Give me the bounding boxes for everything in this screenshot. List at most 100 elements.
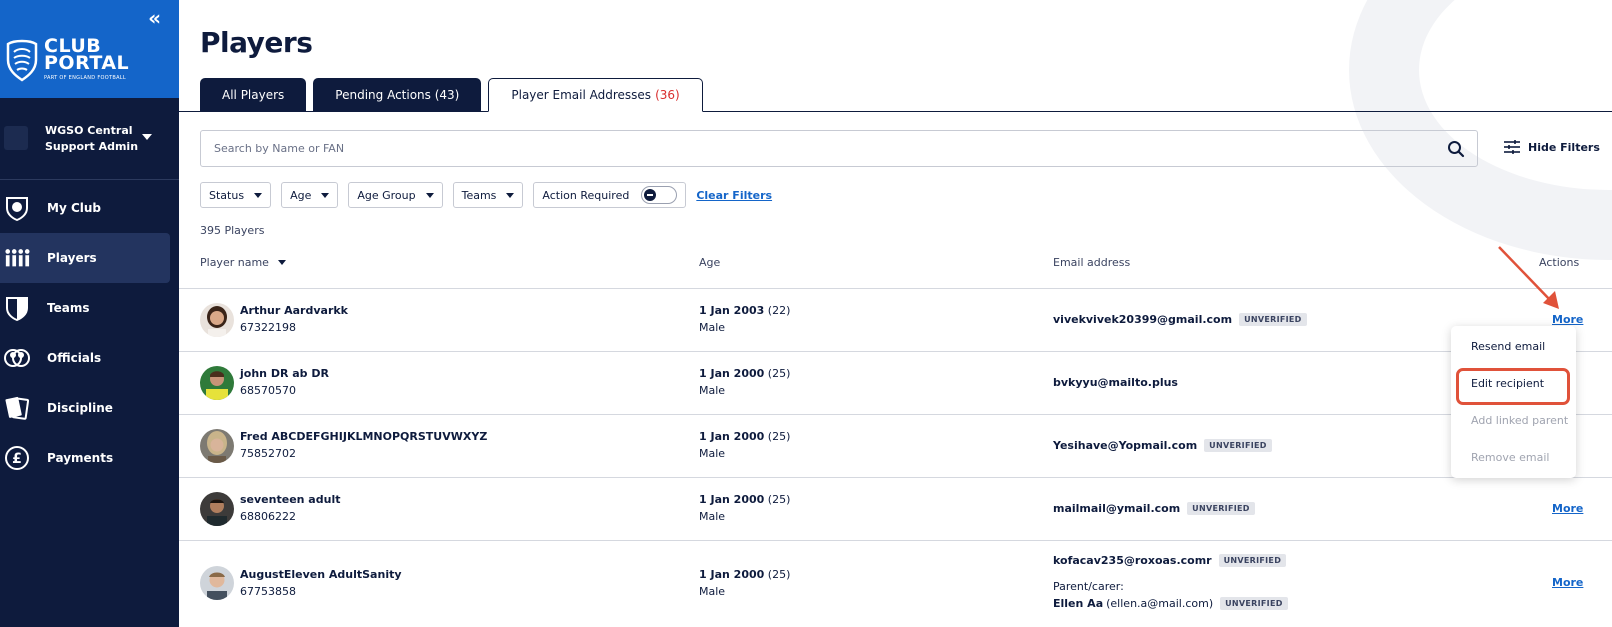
status-badge: UNVERIFIED [1187, 502, 1255, 515]
clear-filters-link[interactable]: Clear Filters [696, 189, 772, 202]
status-filter[interactable]: Status [200, 182, 272, 208]
player-fan: 75852702 [240, 447, 296, 460]
table-row: AugustEleven AdultSanity 67753858 1 Jan … [179, 541, 1612, 627]
sidebar-item-payments[interactable]: £ Payments [0, 433, 179, 483]
club-avatar [4, 126, 28, 150]
player-gender: Male [699, 585, 726, 598]
pound-icon: £ [4, 445, 30, 471]
search-box [200, 130, 1478, 167]
tab-player-email-addresses[interactable]: Player Email Addresses (36) [488, 78, 703, 112]
annotation-arrow-icon [1498, 246, 1559, 309]
cards-icon [4, 395, 30, 421]
avatar [200, 492, 234, 526]
player-gender: Male [699, 447, 726, 460]
player-name[interactable]: Arthur Aardvarkk [240, 304, 348, 317]
sidebar-item-label: Teams [47, 301, 90, 315]
hide-filters-label: Hide Filters [1528, 140, 1600, 154]
caret-down-icon [254, 192, 263, 198]
double-chevron-left-icon[interactable]: « [148, 8, 161, 28]
caret-down-icon [321, 192, 330, 198]
parent-label: Parent/carer: [1053, 580, 1124, 593]
table-row: john DR ab DR 68570570 1 Jan 2000 (25) M… [179, 352, 1612, 415]
logo-area: « CLUB PORTAL PART OF ENGLAND FOOTBALL [0, 0, 179, 98]
column-player-name[interactable]: Player name [200, 256, 286, 269]
sidebar-item-players[interactable]: Players [0, 233, 170, 283]
tab-bar: All Players Pending Actions (43) Player … [200, 78, 710, 112]
player-dob: 1 Jan 2000 (25) [699, 367, 791, 380]
sidebar-item-label: Discipline [47, 401, 113, 415]
player-fan: 67753858 [240, 585, 296, 598]
status-badge: UNVERIFIED [1220, 597, 1288, 610]
shield-icon [4, 195, 30, 221]
column-email: Email address [1053, 256, 1131, 269]
menu-item-add-linked-parent: Add linked parent [1471, 414, 1569, 427]
sidebar-item-teams[interactable]: Teams [0, 283, 179, 333]
team-shield-icon [4, 295, 30, 321]
svg-text:£: £ [12, 451, 22, 467]
more-link[interactable]: More [1552, 502, 1583, 515]
player-count: 395 Players [200, 224, 265, 237]
account-name: WGSO Central Support Admin [45, 124, 139, 153]
player-email: kofacav235@roxoas.comr UNVERIFIED [1053, 554, 1287, 567]
avatar [200, 366, 234, 400]
action-required-filter[interactable]: Action Required [533, 182, 687, 208]
search-icon[interactable] [1447, 140, 1465, 158]
age-filter[interactable]: Age [281, 182, 339, 208]
caret-down-icon[interactable] [142, 134, 152, 140]
players-icon [4, 245, 30, 271]
sidebar-item-label: My Club [47, 201, 101, 215]
hide-filters-button[interactable]: Hide Filters [1504, 140, 1600, 154]
logo-subtitle: PART OF ENGLAND FOOTBALL [44, 75, 126, 81]
annotation-highlight-box [1456, 368, 1570, 405]
avatar [200, 566, 234, 600]
sort-caret-icon [277, 260, 286, 265]
player-name[interactable]: seventeen adult [240, 493, 340, 506]
player-name[interactable]: AugustEleven AdultSanity [240, 568, 402, 581]
sidebar-item-discipline[interactable]: Discipline [0, 383, 179, 433]
avatar [200, 429, 234, 463]
menu-item-resend-email[interactable]: Resend email [1471, 340, 1545, 353]
sidebar-item-label: Payments [47, 451, 114, 465]
more-link[interactable]: More [1552, 576, 1583, 589]
player-email: Yesihave@Yopmail.com UNVERIFIED [1053, 439, 1272, 452]
player-fan: 67322198 [240, 321, 296, 334]
player-gender: Male [699, 321, 726, 334]
caret-down-icon [506, 192, 515, 198]
sidebar-item-label: Officials [47, 351, 102, 365]
player-name[interactable]: john DR ab DR [240, 367, 329, 380]
table-row: Arthur Aardvarkk 67322198 1 Jan 2003 (22… [179, 289, 1612, 352]
sliders-icon [1504, 140, 1520, 154]
player-gender: Male [699, 384, 726, 397]
logo-title: CLUB PORTAL [44, 35, 130, 74]
page-title: Players [200, 26, 313, 59]
avatar [200, 303, 234, 337]
player-name[interactable]: Fred ABCDEFGHIJKLMNOPQRSTUVWXYZ [240, 430, 487, 443]
tabs-divider [179, 111, 1612, 112]
sidebar-item-officials[interactable]: Officials [0, 333, 179, 383]
sidebar: « CLUB PORTAL PART OF ENGLAND FOOTBALL W… [0, 0, 179, 627]
column-age: Age [699, 256, 721, 269]
player-email: vivekvivek20399@gmail.com UNVERIFIED [1053, 313, 1307, 326]
tab-pending-actions[interactable]: Pending Actions (43) [313, 78, 482, 112]
account-switcher[interactable]: WGSO Central Support Admin [0, 98, 179, 180]
main-content: Players All Players Pending Actions (43)… [179, 0, 1612, 627]
sidebar-item-my-club[interactable]: My Club [0, 183, 179, 233]
status-badge: UNVERIFIED [1239, 313, 1307, 326]
caret-down-icon [425, 192, 434, 198]
player-fan: 68570570 [240, 384, 296, 397]
action-required-toggle[interactable] [641, 186, 678, 204]
player-dob: 1 Jan 2000 (25) [699, 430, 791, 443]
sidebar-item-label: Players [47, 251, 97, 265]
player-dob: 1 Jan 2000 (25) [699, 493, 791, 506]
status-badge: UNVERIFIED [1204, 439, 1272, 452]
tab-all-players[interactable]: All Players [200, 78, 307, 112]
teams-filter[interactable]: Teams [452, 182, 524, 208]
search-input[interactable] [214, 142, 1414, 155]
age-group-filter[interactable]: Age Group [348, 182, 443, 208]
sidebar-nav: My Club Players Teams Officials Discipli… [0, 183, 179, 483]
lion-crest-icon [6, 39, 38, 82]
player-fan: 68806222 [240, 510, 296, 523]
filter-bar: Status Age Age Group Teams Action Requir… [200, 182, 772, 208]
status-badge: UNVERIFIED [1218, 554, 1287, 567]
player-gender: Male [699, 510, 726, 523]
